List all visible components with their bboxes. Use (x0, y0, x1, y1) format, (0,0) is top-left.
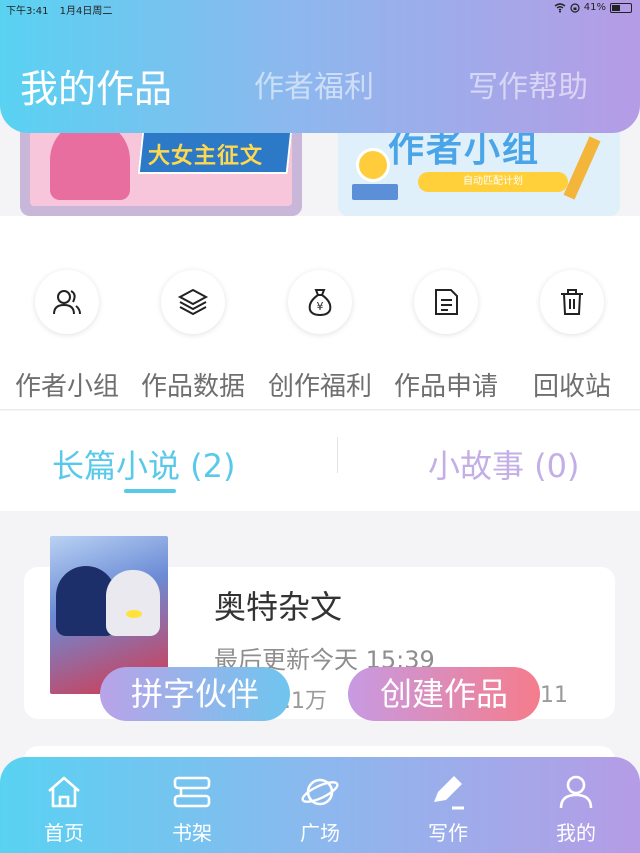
feature-recycle-bin[interactable]: 回收站 (508, 270, 636, 403)
nav-mine[interactable]: 我的 (536, 771, 616, 846)
bookshelf-icon (173, 776, 211, 808)
tab-divider (337, 437, 338, 473)
person-icon (559, 775, 593, 809)
trash-icon (561, 289, 583, 315)
works-type-tabs: 长篇小说 (2) 小故事 (0) (0, 411, 640, 511)
nav-home[interactable]: 首页 (24, 771, 104, 846)
nav-writing[interactable]: 写作 (408, 771, 488, 846)
feature-label: 作者小组 (14, 372, 119, 402)
banner-contest-title: 大女主征文 (148, 144, 264, 169)
feature-works-application[interactable]: 作品申请 (382, 270, 510, 403)
alarm-clock-icon (356, 148, 390, 182)
feature-label: 作品数据 (140, 372, 245, 402)
status-date: 1月4日周二 (59, 6, 113, 17)
header-tabs: 我的作品 作者福利 写作帮助 (0, 62, 640, 112)
work-title: 奥特杂文 (214, 588, 343, 626)
feature-label: 回收站 (532, 372, 611, 402)
rotation-lock-icon (570, 2, 580, 13)
battery-percent: 41% (583, 2, 606, 13)
status-time: 下午3:41 (6, 6, 49, 17)
feature-creation-benefits[interactable]: ¥ 创作福利 (256, 270, 384, 403)
tab-writing-help[interactable]: 写作帮助 (468, 62, 588, 106)
feature-label: 创作福利 (267, 372, 372, 402)
work-word-count: .1万 (284, 689, 327, 714)
nav-square[interactable]: 广场 (280, 771, 360, 846)
tab-long-novel[interactable]: 长篇小说 (2) (52, 441, 236, 487)
work-chapter-count: 11 (540, 683, 568, 708)
status-bar: 下午3:41 1月4日周二 41% (6, 2, 632, 18)
pen-icon (434, 776, 464, 810)
banner-group-subtitle: 自动匹配计划 (418, 172, 568, 192)
svg-text:¥: ¥ (317, 300, 324, 313)
nav-label: 广场 (300, 821, 340, 845)
feature-label: 作品申请 (393, 372, 498, 402)
battery-icon (610, 2, 632, 13)
feature-panel: 作者小组 作品数据 ¥ 创作福利 作品申请 回收站 (0, 216, 640, 410)
money-bag-icon: ¥ (308, 289, 332, 317)
planet-icon (301, 778, 339, 806)
document-icon (435, 289, 458, 315)
nav-label: 写作 (428, 821, 468, 845)
nav-bookshelf[interactable]: 书架 (152, 771, 232, 846)
home-icon (48, 776, 80, 808)
tab-my-works[interactable]: 我的作品 (20, 58, 172, 113)
nav-label: 首页 (44, 821, 84, 845)
create-work-button[interactable]: 创建作品 (348, 667, 540, 721)
wifi-icon (554, 2, 566, 13)
nav-label: 书架 (172, 821, 212, 845)
tab-author-benefits[interactable]: 作者福利 (254, 62, 374, 106)
feature-works-data[interactable]: 作品数据 (129, 270, 257, 403)
active-tab-indicator (124, 489, 176, 493)
users-icon (53, 290, 81, 315)
books-icon (352, 184, 398, 200)
tab-short-story[interactable]: 小故事 (0) (428, 441, 580, 487)
pencil-icon (563, 136, 601, 200)
typing-partner-button[interactable]: 拼字伙伴 (100, 667, 290, 721)
feature-author-group[interactable]: 作者小组 (3, 270, 131, 403)
bottom-nav: 首页 书架 广场 写作 我的 (0, 757, 640, 853)
nav-label: 我的 (556, 821, 596, 845)
header-bar: 下午3:41 1月4日周二 41% 我的作品 作者福利 写作帮助 (0, 0, 640, 133)
layers-icon (177, 288, 209, 316)
